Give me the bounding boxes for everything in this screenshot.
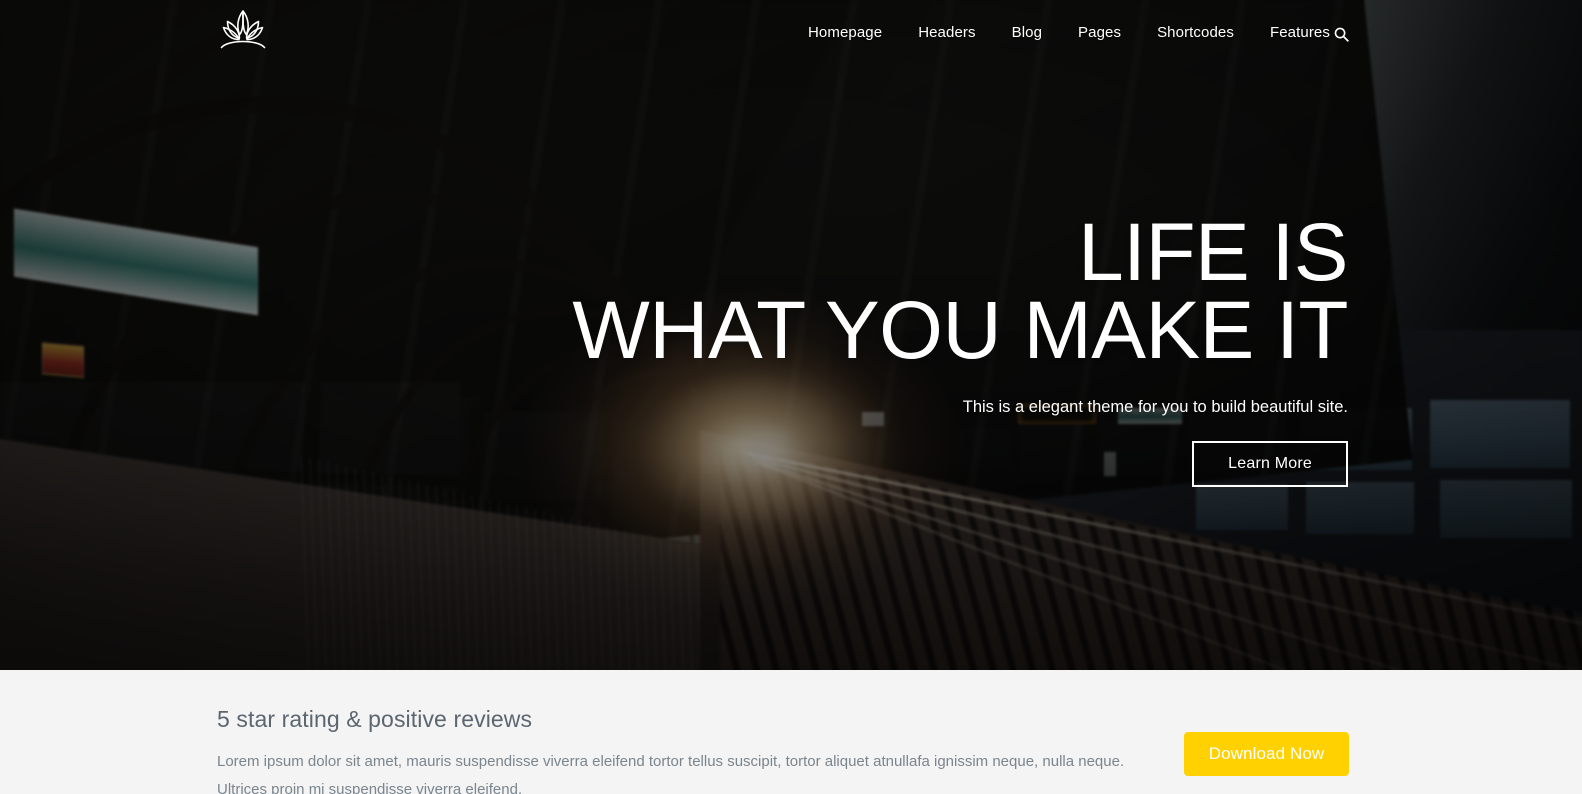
cta-text-block: 5 star rating & positive reviews Lorem i… [217, 706, 1167, 794]
hero-headline: Life is What you make it [572, 212, 1348, 372]
hero-copy-block: Life is What you make it This is a elega… [572, 212, 1348, 487]
cta-title: 5 star rating & positive reviews [217, 706, 533, 732]
cta-body-text: Lorem ipsum dolor sit amet, mauris suspe… [217, 753, 1125, 794]
hero-section: Homepage Headers Blog Pages Shortcodes F… [0, 0, 1582, 670]
lotus-crown-logo-icon[interactable] [214, 5, 272, 59]
hero-subtitle: This is a elegant theme for you to build… [962, 398, 1348, 416]
nav-item-shortcodes[interactable]: Shortcodes [1139, 0, 1252, 66]
nav-item-blog[interactable]: Blog [994, 0, 1060, 66]
photo-warning-sign [42, 342, 84, 378]
main-navigation-bar: Homepage Headers Blog Pages Shortcodes F… [0, 0, 1582, 66]
nav-item-homepage[interactable]: Homepage [790, 0, 900, 66]
hero-headline-line-2: What you make it [572, 285, 1348, 376]
nav-links: Homepage Headers Blog Pages Shortcodes F… [790, 0, 1348, 66]
learn-more-button[interactable]: Learn More [1192, 441, 1348, 487]
page-root: Homepage Headers Blog Pages Shortcodes F… [0, 0, 1582, 794]
search-icon[interactable] [1327, 20, 1355, 48]
download-now-button[interactable]: Download Now [1184, 732, 1349, 776]
nav-item-headers[interactable]: Headers [900, 0, 993, 66]
nav-item-pages[interactable]: Pages [1060, 0, 1139, 66]
